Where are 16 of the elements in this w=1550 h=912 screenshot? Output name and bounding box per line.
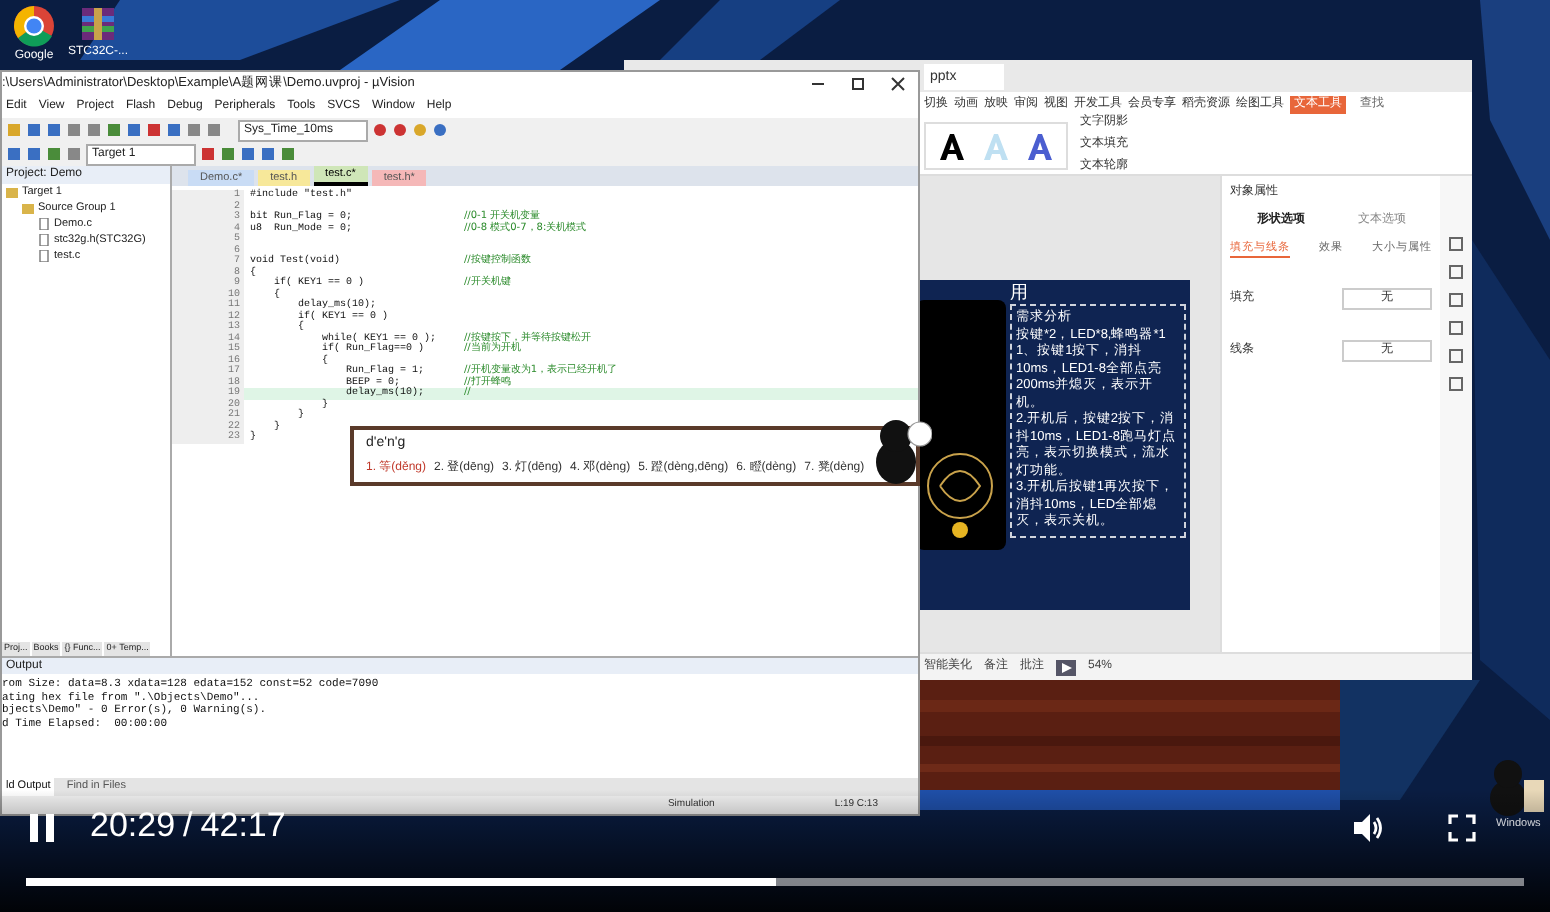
total-time: 42:17 bbox=[200, 806, 286, 846]
close-icon[interactable] bbox=[890, 76, 906, 92]
progress-track[interactable] bbox=[26, 878, 1524, 886]
play-icon[interactable] bbox=[1056, 659, 1076, 675]
maximize-icon[interactable] bbox=[850, 76, 866, 92]
browser-icon[interactable] bbox=[12, 4, 56, 48]
current-time: 20:29 bbox=[90, 806, 176, 846]
pause-icon[interactable] bbox=[28, 812, 56, 844]
style-gallery[interactable] bbox=[924, 121, 1068, 169]
text-style-icon[interactable] bbox=[938, 131, 966, 159]
fullscreen-icon[interactable] bbox=[1448, 814, 1476, 842]
archive-icon[interactable] bbox=[78, 4, 118, 44]
mascot-drawing bbox=[1484, 756, 1548, 816]
volume-icon[interactable] bbox=[1352, 812, 1384, 844]
slide-title: 用 bbox=[1010, 282, 1028, 302]
time-separator: / bbox=[183, 806, 193, 846]
